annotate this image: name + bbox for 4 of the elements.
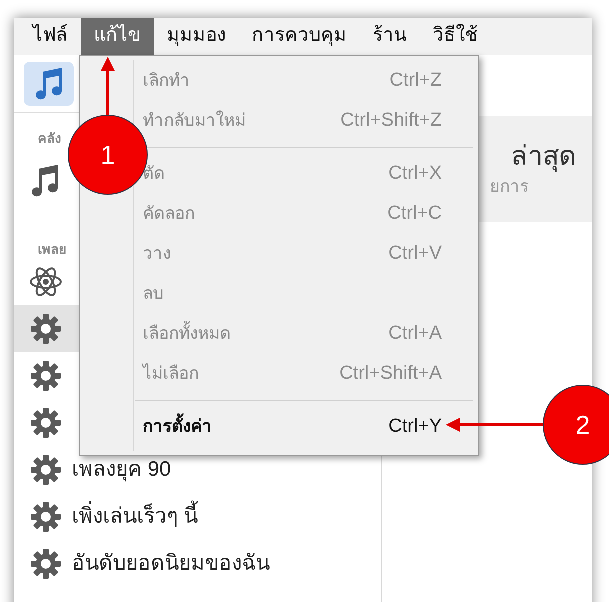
page-heading: ล่าสุด [511,140,577,174]
section-header: คลัง [38,131,61,146]
section-header: เพลย [38,242,67,257]
item-count: ยการ [490,176,530,198]
